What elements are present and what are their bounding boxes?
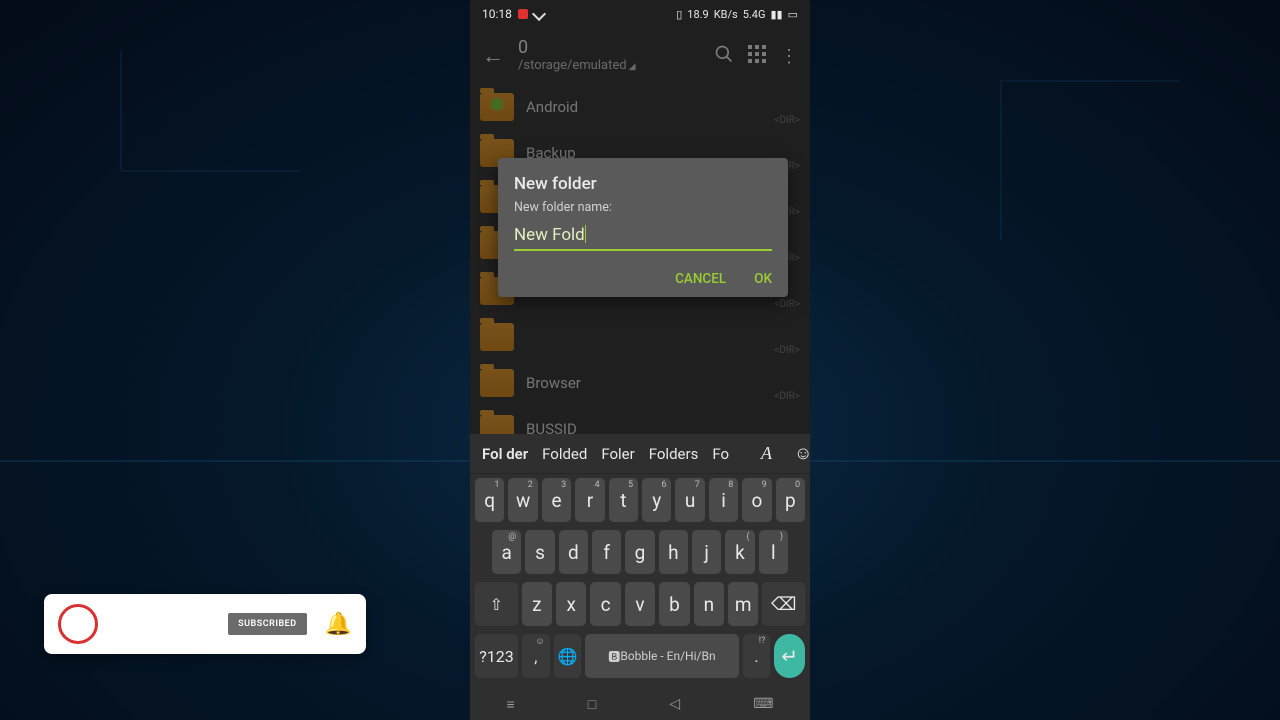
key[interactable]: c [590,582,620,626]
cancel-button[interactable]: CANCEL [675,271,726,287]
language-key[interactable]: 🌐 [554,634,582,678]
emoji-icon[interactable]: ☺ [790,443,816,464]
folder-icon [480,323,514,351]
keyboard: Fol der Folded Foler Folders Fo A ☺ q1w2… [470,434,810,720]
key[interactable]: h [659,530,688,574]
subscribe-widget: SUBSCRIBED 🔔 [44,594,366,654]
back-icon[interactable]: ← [482,43,504,69]
edit-icon [532,7,546,21]
key[interactable]: y6 [642,478,671,522]
net-type: 5.4G [743,8,766,21]
battery-icon: ▭ [788,8,798,21]
key[interactable]: n [694,582,724,626]
new-folder-dialog: New folder New folder name: New Fold CAN… [498,158,788,297]
key[interactable]: e3 [542,478,571,522]
key[interactable]: v [625,582,655,626]
bell-icon[interactable]: 🔔 [325,612,352,637]
grid-icon[interactable] [748,45,766,68]
key[interactable]: x [556,582,586,626]
key[interactable]: g [625,530,654,574]
suggestion-bar: Fol der Folded Foler Folders Fo A ☺ [470,434,810,474]
dialog-title: New folder [514,174,772,194]
suggestion[interactable]: Folders [649,445,699,463]
suggestion[interactable]: Folded [542,445,587,463]
chevron-down-icon: ◢ [629,62,636,72]
font-icon[interactable]: A [757,443,776,464]
key[interactable]: f [592,530,621,574]
key[interactable]: l) [759,530,788,574]
dir-tag: <DIR> [774,391,800,402]
folder-name-input[interactable]: New Fold [514,225,772,251]
period-key[interactable]: .!? [743,634,771,678]
suggestion[interactable]: Fol der [482,445,528,463]
avatar [58,604,98,644]
net-unit: KB/s [714,8,738,21]
suggestion[interactable]: Fo [712,445,729,463]
shift-key[interactable]: ⇧ [475,582,518,626]
list-item[interactable]: Browser <DIR> [470,360,810,406]
keyboard-hide-icon[interactable]: ⌨ [753,696,773,712]
breadcrumb[interactable]: /storage/emulated◢ [518,59,700,74]
comma-key[interactable]: ,☺ [522,634,550,678]
key[interactable]: p0 [776,478,805,522]
ok-button[interactable]: OK [754,271,772,287]
vibrate-icon: ▯ [676,8,682,21]
space-key[interactable]: 🅱 Bobble - En/Hi/Bn [585,634,738,678]
key[interactable]: a@ [492,530,521,574]
key[interactable]: i8 [709,478,738,522]
list-item[interactable]: <DIR> [470,314,810,360]
page-title: 0 [518,38,700,59]
backspace-key[interactable]: ⌫ [762,582,805,626]
signal-icon: ▮▮ [770,8,782,21]
net-speed: 18.9 [687,8,708,21]
symbols-key[interactable]: ?123 [475,634,518,678]
key[interactable]: w2 [508,478,537,522]
key[interactable]: q1 [475,478,504,522]
key[interactable]: u7 [675,478,704,522]
recent-apps-icon[interactable]: ≡ [507,696,515,713]
dir-tag: <DIR> [774,299,800,310]
nav-bar: ≡ □ ◁ ⌨ [470,688,810,720]
subscribe-button[interactable]: SUBSCRIBED [228,613,306,635]
record-icon [518,9,528,19]
clock: 10:18 [482,7,512,21]
dialog-label: New folder name: [514,200,772,215]
key[interactable]: k( [725,530,754,574]
dir-tag: <DIR> [774,345,800,356]
key[interactable]: r4 [575,478,604,522]
enter-key[interactable]: ↵ [774,634,805,678]
key[interactable]: b [659,582,689,626]
key[interactable]: s [525,530,554,574]
more-icon[interactable]: ⋮ [780,46,798,67]
status-bar: 10:18 ▯ 18.9 KB/s 5.4G ▮▮ ▭ [470,0,810,28]
search-icon[interactable] [714,44,734,69]
back-nav-icon[interactable]: ◁ [669,696,680,712]
key[interactable]: t5 [609,478,638,522]
folder-icon [480,369,514,397]
key[interactable]: j [692,530,721,574]
dir-tag: <DIR> [774,115,800,126]
key[interactable]: m [728,582,758,626]
key[interactable]: d [559,530,588,574]
app-bar: ← 0 /storage/emulated◢ ⋮ [470,28,810,84]
key[interactable]: o9 [742,478,771,522]
key[interactable]: z [522,582,552,626]
list-item[interactable]: Android <DIR> [470,84,810,130]
folder-icon [480,93,514,121]
suggestion[interactable]: Foler [601,445,634,463]
home-icon[interactable]: □ [588,696,596,713]
